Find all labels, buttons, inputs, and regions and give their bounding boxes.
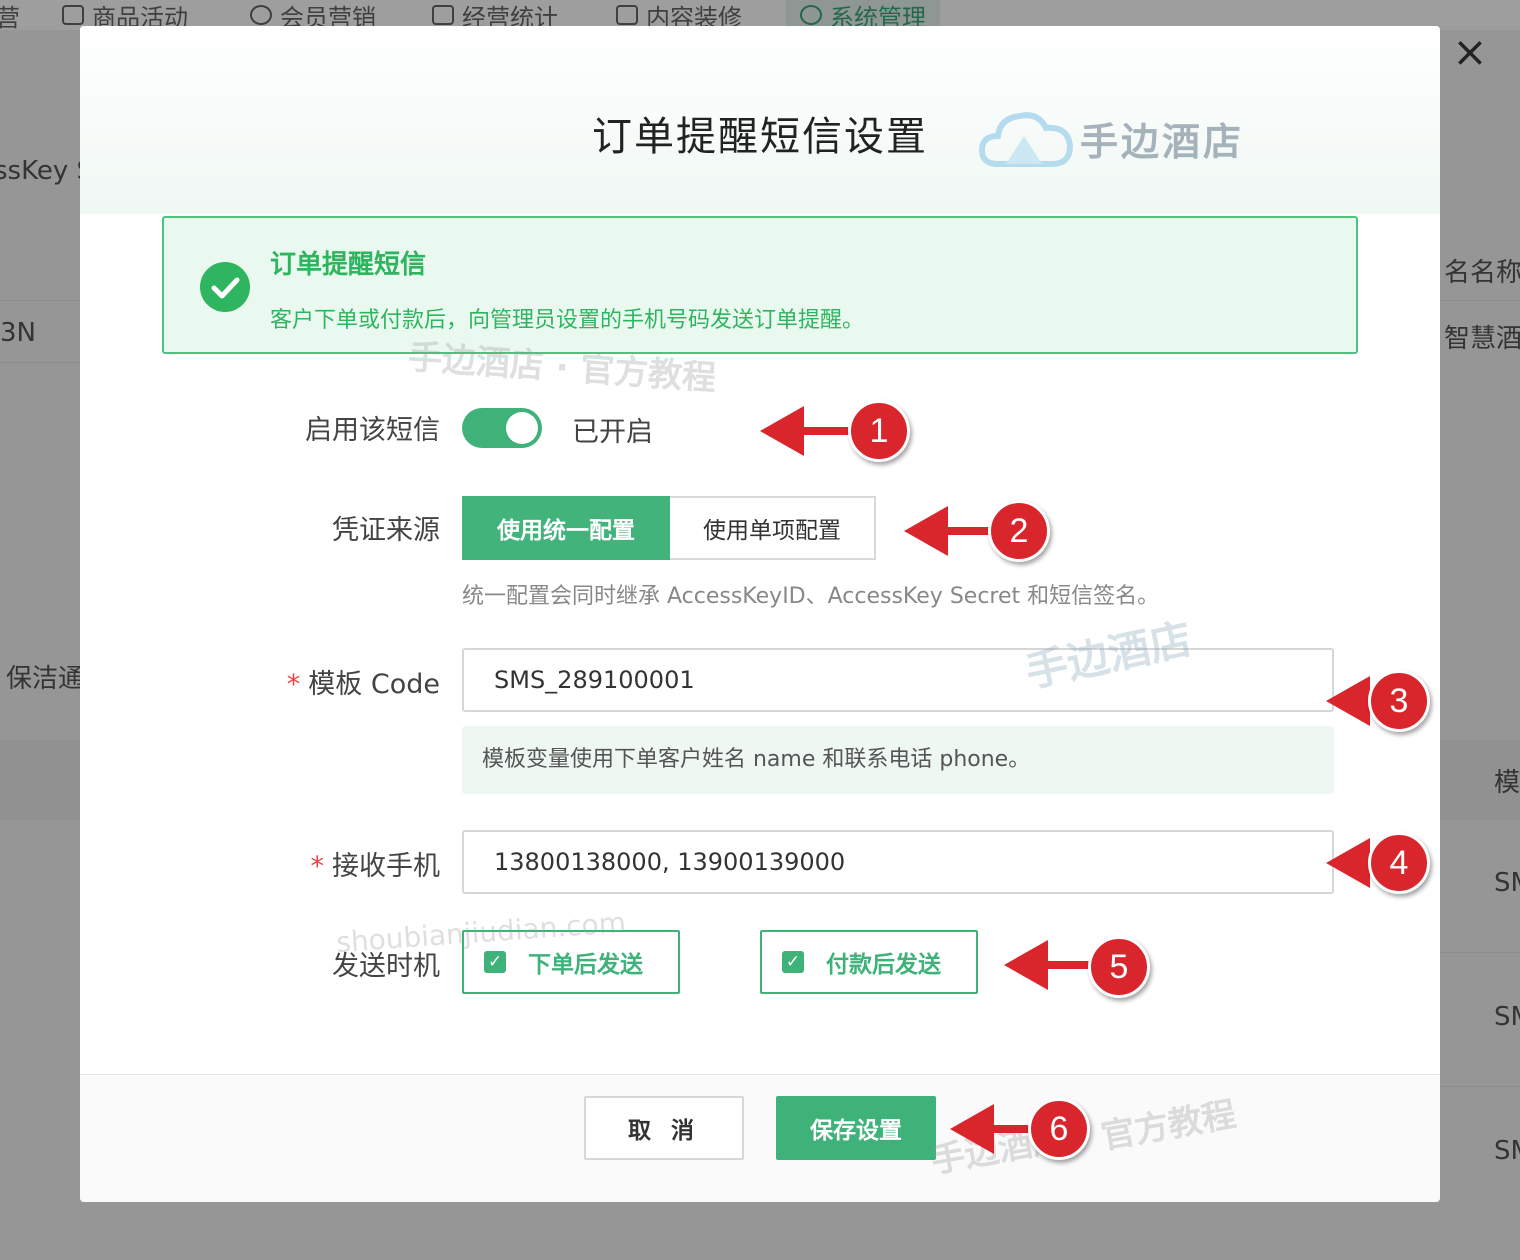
annotation-marker: 5 <box>1088 936 1150 998</box>
enable-label: 启用该短信 <box>305 415 440 446</box>
enable-switch[interactable] <box>462 408 542 448</box>
close-icon[interactable]: × <box>1448 30 1492 74</box>
info-alert: 订单提醒短信 客户下单或付款后，向管理员设置的手机号码发送订单提醒。 <box>162 216 1358 354</box>
credential-unified-button[interactable]: 使用统一配置 <box>462 496 670 560</box>
cancel-button[interactable]: 取 消 <box>584 1096 744 1160</box>
save-settings-button[interactable]: 保存设置 <box>776 1096 936 1160</box>
annotation-marker: 1 <box>848 400 910 462</box>
credential-hint: 统一配置会同时继承 AccessKeyID、AccessKey Secret 和… <box>462 584 1160 609</box>
template-code-label-text: 模板 Code <box>308 669 440 700</box>
annotation-arrow <box>1004 940 1100 990</box>
annotation-marker: 2 <box>988 500 1050 562</box>
annotation-marker: 3 <box>1368 670 1430 732</box>
required-mark: * <box>310 851 325 882</box>
credential-single-button[interactable]: 使用单项配置 <box>670 496 876 560</box>
checkbox-label: 付款后发送 <box>826 952 941 978</box>
send-after-payment-checkbox[interactable]: ✓ 付款后发送 <box>760 930 978 994</box>
annotation-arrow <box>760 406 860 456</box>
annotation-arrow <box>950 1104 1040 1154</box>
annotation-marker: 6 <box>1028 1098 1090 1160</box>
send-after-order-checkbox[interactable]: ✓ 下单后发送 <box>462 930 680 994</box>
checkbox-checked-icon: ✓ <box>484 951 506 973</box>
phone-input[interactable]: 13800138000, 13900139000 <box>462 830 1334 894</box>
alert-title: 订单提醒短信 <box>270 250 427 280</box>
credential-label: 凭证来源 <box>332 515 440 546</box>
annotation-arrow <box>904 506 1000 556</box>
check-circle-icon <box>200 262 250 312</box>
template-code-label: * 模板 Code <box>287 662 440 701</box>
phone-label-text: 接收手机 <box>332 851 440 882</box>
timing-label: 发送时机 <box>332 951 440 982</box>
checkbox-checked-icon: ✓ <box>782 951 804 973</box>
brand-logo: 手边酒店 <box>978 106 1244 170</box>
checkbox-label: 下单后发送 <box>528 952 643 978</box>
template-code-input[interactable]: SMS_289100001 <box>462 648 1334 712</box>
brand-name: 手边酒店 <box>1080 119 1245 164</box>
sms-settings-modal: 订单提醒短信设置 手边酒店 订单提醒短信 客户下单或付款后，向管理员设置的手机号… <box>80 26 1440 1202</box>
template-variable-tip: 模板变量使用下单客户姓名 name 和联系电话 phone。 <box>462 726 1334 794</box>
annotation-marker: 4 <box>1368 832 1430 894</box>
switch-knob <box>506 412 538 444</box>
modal-footer <box>80 1074 1440 1202</box>
cloud-logo-icon <box>978 112 1074 167</box>
enable-status: 已开启 <box>572 417 653 448</box>
phone-label: * 接收手机 <box>311 844 441 883</box>
alert-description: 客户下单或付款后，向管理员设置的手机号码发送订单提醒。 <box>270 308 865 333</box>
required-mark: * <box>286 669 301 700</box>
